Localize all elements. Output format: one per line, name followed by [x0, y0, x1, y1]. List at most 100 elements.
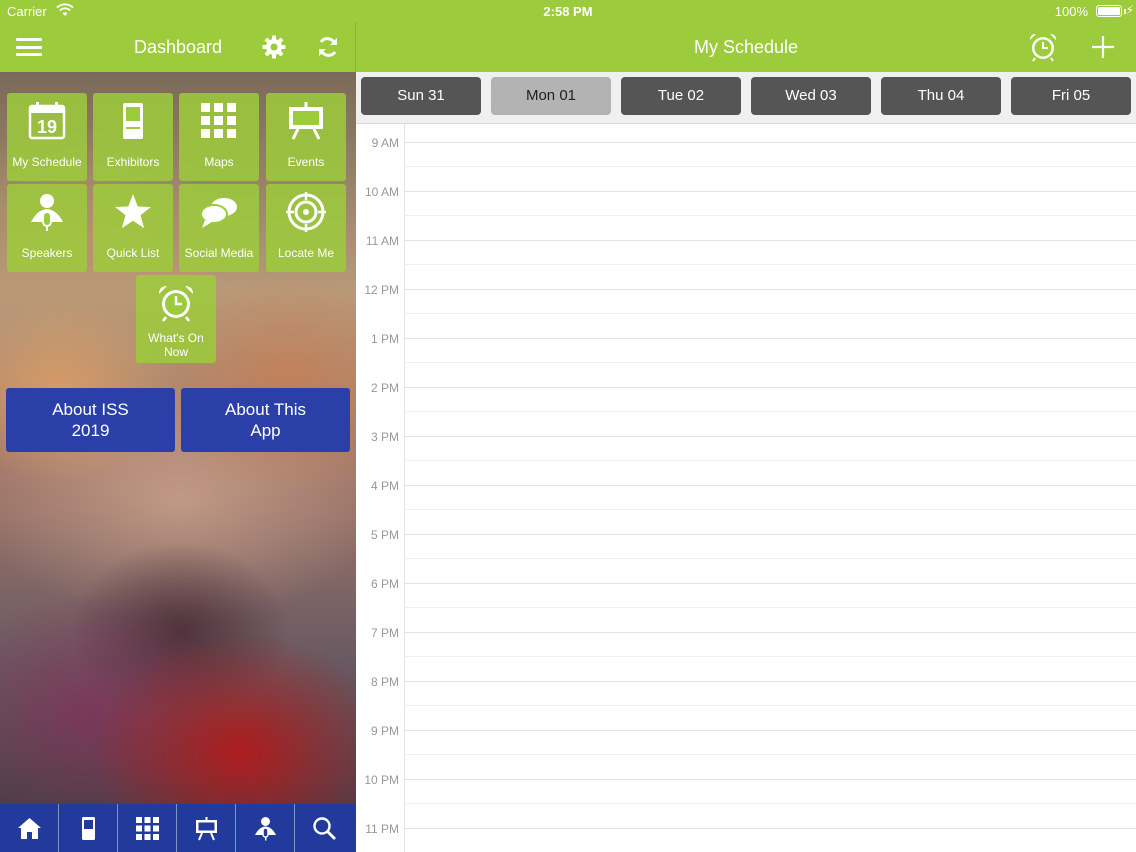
about-iss-label: About ISS 2019	[52, 400, 129, 440]
hour-label: 11 PM	[365, 822, 399, 836]
alarm-clock-icon[interactable]	[1027, 31, 1059, 63]
tile-whats-on-now[interactable]: What's On Now	[136, 275, 216, 363]
day-button-thu-04[interactable]: Thu 04	[881, 77, 1001, 115]
star-icon	[115, 194, 151, 229]
tile-speakers[interactable]: Speakers	[7, 184, 87, 272]
hour-label: 11 AM	[365, 234, 399, 248]
day-button-mon-01[interactable]: Mon 01	[491, 77, 611, 115]
hour-line	[404, 583, 1136, 584]
menu-icon[interactable]	[16, 38, 42, 56]
charging-icon: ⚡	[1125, 3, 1134, 17]
refresh-icon[interactable]	[316, 35, 340, 59]
kiosk-icon	[123, 103, 143, 139]
hour-row: 12 PM	[356, 271, 1136, 320]
tile-label: Locate Me	[277, 246, 335, 260]
hour-row: 4 PM	[356, 467, 1136, 516]
tile-social-media[interactable]: Social Media	[179, 184, 259, 272]
hour-row: 9 PM	[356, 712, 1136, 761]
hour-row: 5 PM	[356, 516, 1136, 565]
tile-label: What's On Now	[148, 331, 204, 359]
tile-events[interactable]: Events	[266, 93, 346, 181]
about-app-label: About This App	[225, 400, 306, 440]
gear-icon[interactable]	[262, 35, 286, 59]
tile-label: My Schedule	[12, 155, 82, 169]
grid-map-icon	[136, 817, 159, 840]
half-hour-line	[404, 607, 1136, 608]
tile-quick-list[interactable]: Quick List	[93, 184, 173, 272]
dashboard-title: Dashboard	[133, 37, 223, 57]
hour-label: 2 PM	[370, 381, 399, 395]
calendar-icon: 19	[28, 102, 66, 140]
hour-line	[404, 436, 1136, 437]
battery-percent: 100%	[1054, 4, 1088, 19]
bottom-tab-bar	[0, 804, 356, 852]
tab-search[interactable]	[295, 804, 356, 852]
hour-label: 12 PM	[364, 283, 399, 297]
tile-label: Maps	[204, 155, 234, 169]
battery-icon	[1096, 5, 1122, 17]
easel-icon	[289, 102, 323, 140]
hour-line	[404, 632, 1136, 633]
alarm-clock-icon	[159, 286, 193, 322]
hour-label: 8 PM	[370, 675, 399, 689]
hour-label: 4 PM	[370, 479, 399, 493]
hour-line	[404, 142, 1136, 143]
hour-label: 10 PM	[364, 773, 399, 787]
half-hour-line	[404, 411, 1136, 412]
tile-label: Exhibitors	[106, 155, 160, 169]
hour-label: 9 AM	[371, 136, 399, 150]
hour-row: 11 AM	[356, 222, 1136, 271]
hour-label: 3 PM	[370, 430, 399, 444]
tab-speakers[interactable]	[236, 804, 295, 852]
hour-row: 3 PM	[356, 418, 1136, 467]
hour-line	[404, 828, 1136, 829]
tile-label: Quick List	[106, 246, 160, 260]
kiosk-icon	[82, 817, 95, 840]
hour-label: 1 PM	[370, 332, 399, 346]
hour-label: 5 PM	[370, 528, 399, 542]
day-selector: Sun 31 Mon 01 Tue 02 Wed 03 Thu 04 Fri 0…	[356, 72, 1136, 124]
hour-row: 7 PM	[356, 614, 1136, 663]
day-button-sun-31[interactable]: Sun 31	[361, 77, 481, 115]
home-icon	[18, 818, 41, 839]
half-hour-line	[404, 705, 1136, 706]
dashboard-header: Dashboard	[0, 22, 356, 72]
day-button-fri-05[interactable]: Fri 05	[1011, 77, 1131, 115]
half-hour-line	[404, 215, 1136, 216]
hour-line	[404, 338, 1136, 339]
tab-home[interactable]	[0, 804, 59, 852]
hour-row: 8 PM	[356, 663, 1136, 712]
tab-exhibitors[interactable]	[59, 804, 118, 852]
search-icon	[313, 817, 336, 840]
about-iss-button[interactable]: About ISS 2019	[6, 388, 175, 452]
hour-line	[404, 240, 1136, 241]
tab-maps[interactable]	[118, 804, 177, 852]
add-icon[interactable]	[1090, 34, 1116, 60]
tile-my-schedule[interactable]: 19 My Schedule	[7, 93, 87, 181]
hour-line	[404, 191, 1136, 192]
status-bar: Carrier 2:58 PM 100% ⚡	[0, 0, 1136, 22]
half-hour-line	[404, 313, 1136, 314]
half-hour-line	[404, 509, 1136, 510]
about-app-button[interactable]: About This App	[181, 388, 350, 452]
hour-row: 10 AM	[356, 173, 1136, 222]
half-hour-line	[404, 656, 1136, 657]
easel-icon	[196, 817, 217, 841]
tile-label: Speakers	[21, 246, 73, 260]
top-bar: Carrier 2:58 PM 100% ⚡ Dashboard My Sche…	[0, 0, 1136, 72]
tile-maps[interactable]: Maps	[179, 93, 259, 181]
tab-events[interactable]	[177, 804, 236, 852]
tile-locate-me[interactable]: Locate Me	[266, 184, 346, 272]
grid-map-icon	[201, 103, 236, 138]
schedule-timeline[interactable]: 9 AM 10 AM 11 AM 12 PM 1 PM 2 PM 3 PM 4 …	[356, 124, 1136, 852]
half-hour-line	[404, 803, 1136, 804]
hour-line	[404, 485, 1136, 486]
day-button-tue-02[interactable]: Tue 02	[621, 77, 741, 115]
hour-line	[404, 730, 1136, 731]
tile-exhibitors[interactable]: Exhibitors	[93, 93, 173, 181]
hour-label: 10 AM	[364, 185, 399, 199]
speaker-icon	[31, 194, 63, 231]
day-button-wed-03[interactable]: Wed 03	[751, 77, 871, 115]
hour-line	[404, 681, 1136, 682]
target-icon	[286, 192, 326, 232]
